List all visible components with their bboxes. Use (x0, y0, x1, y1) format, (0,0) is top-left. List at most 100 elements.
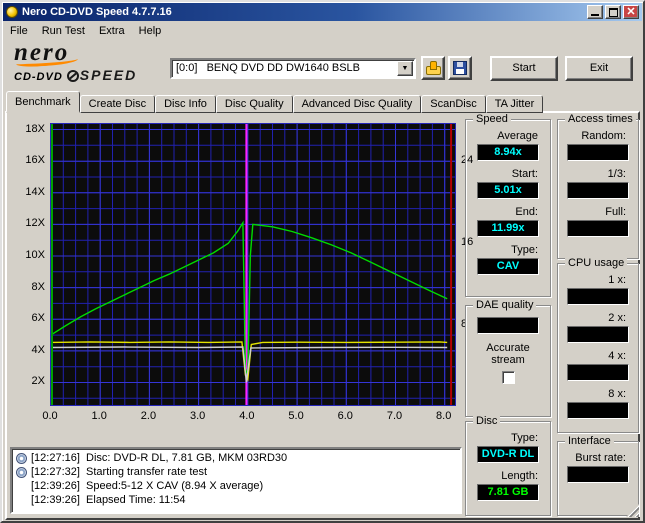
tab-advanced-disc-quality[interactable]: Advanced Disc Quality (292, 95, 422, 113)
accurate-stream-label: Accurate stream (486, 342, 530, 366)
gb-access-value-random (567, 144, 629, 161)
tab-page-benchmark: 18X 16X 14X 12X 10X 8X 6X 4X 2X 24 16 8 0.0 1.0 2.0 3… (5, 111, 640, 520)
x-tick-label: 2.0 (140, 410, 157, 422)
y-tick-label: 4X (31, 343, 45, 356)
gb-access-label-1-3: 1/3: (607, 168, 626, 180)
gb-access-label-full: Full: (605, 206, 626, 218)
dae-quality-panel: DAE quality Accurate stream (465, 299, 551, 417)
cpu-usage-title: CPU usage (565, 257, 628, 269)
dae-quality-value (477, 317, 539, 334)
gb-disc-label-type: Type: (511, 432, 538, 444)
accurate-stream-checkbox[interactable] (501, 371, 515, 384)
gb-speed-value-end: 11.99x (477, 220, 539, 237)
x-tick-label: 5.0 (288, 410, 304, 422)
maximize-icon (608, 8, 618, 17)
gb-access-value-full (567, 220, 629, 237)
gb-cpu-value-2-x (567, 326, 629, 343)
x-tick-label: 4.0 (239, 410, 255, 422)
gb-cpu-value-1-x (567, 288, 629, 305)
gb-cpu-label-2-x: 2 x: (608, 312, 626, 324)
gb-disc-value-type: DVD-R DL (477, 446, 539, 463)
x-tick-label: 7.0 (386, 410, 403, 422)
app-icon (6, 6, 18, 18)
x-tick-label: 3.0 (189, 410, 206, 422)
benchmark-plot (50, 123, 456, 406)
gb-cpu-label-8-x: 8 x: (608, 388, 626, 400)
disc-panel-title: Disc (473, 415, 501, 427)
options-icon (426, 61, 441, 75)
log-text: [12:27:32] Starting transfer rate test (31, 466, 208, 478)
menu-item-extra[interactable]: Extra (92, 23, 132, 39)
menu-bar: File Run Test Extra Help (3, 22, 642, 40)
logo-speed-text: SPEED (79, 67, 138, 83)
gb-speed-value-average: 8.94x (477, 144, 539, 161)
gb-interface-label-burst-rate: Burst rate: (575, 452, 626, 464)
gb-access-value-1-3 (567, 182, 629, 199)
titlebar[interactable]: Nero CD-DVD Speed 4.7.7.16 ✕ (3, 3, 642, 21)
x-tick-label: 8.0 (436, 410, 452, 422)
y-tick-label: 6X (31, 312, 45, 325)
gb-access-label-random: Random: (581, 130, 626, 142)
options-button[interactable] (421, 56, 445, 80)
drive-select[interactable]: [0:0] BENQ DVD DD DW1640 BSLB ▼ (170, 58, 416, 79)
interface-panel-title: Interface (565, 435, 614, 447)
minimize-icon (591, 14, 599, 16)
gb-cpu-value-4-x (567, 364, 629, 381)
gb-cpu-value-8-x (567, 402, 629, 419)
gb-speed-label-average: Average (497, 130, 538, 142)
gb-speed-label-type: Type: (511, 244, 538, 256)
transfer-rate-chart: 18X 16X 14X 12X 10X 8X 6X 4X 2X 24 16 8 0.0 1.0 2.0 3… (8, 117, 486, 427)
drive-select-value: [0:0] BENQ DVD DD DW1640 BSLB (176, 62, 361, 74)
gb-speed-label-end: End: (515, 206, 538, 218)
drive-select-arrow[interactable]: ▼ (397, 61, 413, 76)
tab-disc-info[interactable]: Disc Info (155, 95, 216, 113)
y-tick-label: 8X (31, 280, 45, 293)
start-button[interactable]: Start (490, 56, 558, 81)
tab-create-disc[interactable]: Create Disc (79, 95, 156, 113)
log-text: [12:39:26] Speed:5-12 X CAV (8.94 X aver… (31, 480, 264, 492)
gb-disc-label-length: Length: (501, 470, 538, 482)
gb-disc-value-length: 7.81 GB (477, 484, 539, 501)
access-times-title: Access times (565, 113, 636, 125)
speed-panel: Speed Average 8.94x Start: 5.01x End: 11.99x T… (465, 113, 551, 297)
x-tick-label: 0.0 (42, 410, 58, 422)
dae-quality-title: DAE quality (473, 299, 537, 311)
minimize-button[interactable] (587, 5, 603, 19)
log-text: [12:27:16] Disc: DVD-R DL, 7.81 GB, MKM … (31, 452, 288, 464)
tab-ta-jitter[interactable]: TA Jitter (485, 95, 544, 113)
log-line: [12:27:16] Disc: DVD-R DL, 7.81 GB, MKM … (14, 451, 458, 465)
disc-panel: Disc Type: DVD-R DL Length: 7.81 GB (465, 415, 551, 516)
y-tick-label: 2X (31, 375, 45, 388)
nero-logo: nero CD-DVD SPEED (14, 40, 164, 88)
interface-panel: Interface Burst rate: (557, 435, 639, 516)
x-tick-label: 6.0 (337, 410, 353, 422)
y-tick-label: 16X (25, 154, 45, 167)
tab-disc-quality[interactable]: Disc Quality (215, 95, 293, 113)
menu-item-help[interactable]: Help (132, 23, 169, 39)
speedometer-icon (66, 70, 79, 82)
gb-speed-label-start: Start: (511, 168, 538, 180)
event-log[interactable]: [12:27:16] Disc: DVD-R DL, 7.81 GB, MKM … (10, 447, 462, 514)
tab-benchmark[interactable]: Benchmark (6, 91, 80, 113)
y-tick-label: 10X (25, 249, 45, 261)
close-button[interactable]: ✕ (623, 5, 639, 19)
logo-cddvd-text: CD-DVD (14, 71, 63, 83)
gb-cpu-label-4-x: 4 x: (608, 350, 626, 362)
tab-scandisc[interactable]: ScanDisc (421, 95, 486, 113)
gb-interface-value-burst-rate (567, 466, 629, 483)
save-button[interactable] (448, 56, 472, 80)
window-title: Nero CD-DVD Speed 4.7.7.16 (22, 6, 172, 18)
y-tick-label: 18X (25, 122, 45, 135)
cpu-usage-panel: CPU usage 1 x: 2 x: 4 x: 8 x: (557, 257, 639, 433)
maximize-button[interactable] (605, 5, 621, 19)
menu-item-file[interactable]: File (3, 23, 35, 39)
exit-button[interactable]: Exit (565, 56, 633, 81)
gb-speed-value-type: CAV (477, 258, 539, 275)
log-line: [12:39:26] Speed:5-12 X CAV (8.94 X aver… (14, 479, 458, 493)
save-icon (453, 61, 467, 75)
x-tick-label: 1.0 (91, 410, 107, 422)
menu-item-run-test[interactable]: Run Test (35, 23, 92, 39)
log-text: [12:39:26] Elapsed Time: 11:54 (31, 494, 186, 506)
tab-strip: Benchmark Create Disc Disc Info Disc Qualit… (6, 91, 544, 113)
log-line: [12:27:32] Starting transfer rate test (14, 465, 458, 479)
